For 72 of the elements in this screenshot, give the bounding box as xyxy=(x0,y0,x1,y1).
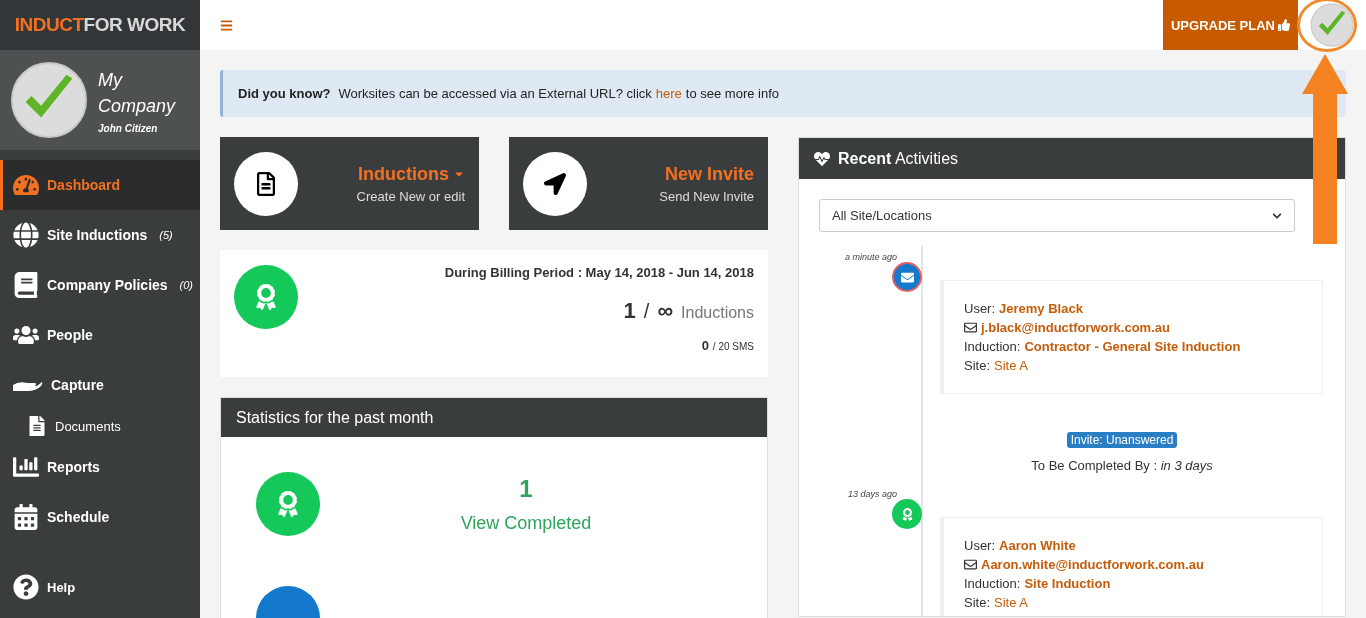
hand-icon xyxy=(13,379,43,391)
inductions-used: 1 xyxy=(623,298,636,324)
help-icon xyxy=(13,574,39,600)
calendar-icon xyxy=(13,504,39,530)
sidebar-item[interactable]: Capture xyxy=(0,360,200,410)
user-name: John Citizen xyxy=(98,122,159,134)
field-label: User: xyxy=(964,538,996,553)
due-text: To Be Completed By : in 3 days xyxy=(1031,458,1213,473)
sidebar-item[interactable]: Site Inductions (5) xyxy=(0,210,200,260)
location-select[interactable]: All Site/Locations xyxy=(819,199,1295,232)
navigation-arrow-icon xyxy=(544,172,566,195)
sidebar-item[interactable]: Schedule xyxy=(0,492,200,542)
inductions-unit: Inductions xyxy=(681,304,754,322)
billing-period: During Billing Period : May 14, 2018 - Jun 14, 2018 xyxy=(444,265,754,280)
field-value: Site Induction xyxy=(1024,576,1111,591)
field-label: Site: xyxy=(964,358,990,373)
stat-value: 1 xyxy=(519,474,533,503)
tile-title: New Invite xyxy=(664,163,754,185)
activity-time: a minute ago xyxy=(843,252,897,262)
email-link[interactable]: Aaron.white@inductforwork.com.au xyxy=(981,557,1204,572)
sidebar-item[interactable]: Documents xyxy=(0,410,200,442)
sms-used: 0 xyxy=(701,338,709,353)
activity-time: 13 days ago xyxy=(846,489,897,499)
sidebar-item[interactable]: Company Policies (0) xyxy=(0,260,200,310)
chevron-down-icon xyxy=(1272,210,1282,221)
action-tile[interactable]: New Invite Send New Invite xyxy=(509,137,768,230)
field-value: Site A xyxy=(994,358,1028,373)
sidebar-item[interactable]: Dashboard xyxy=(0,160,200,210)
highlight-ring xyxy=(1297,0,1357,52)
award-node-icon xyxy=(892,499,922,529)
check-avatar xyxy=(1310,3,1354,47)
tile-subtitle: Send New Invite xyxy=(659,188,754,204)
here-link[interactable]: here xyxy=(655,86,682,101)
logo: INDUCTFOR WORK xyxy=(14,14,186,36)
status-badge: Invite: Unanswered xyxy=(1066,432,1178,448)
separator: / xyxy=(643,300,650,323)
heartbeat-icon xyxy=(814,150,830,167)
sidebar-item[interactable]: Help xyxy=(0,562,200,612)
sidebar-item[interactable]: Reports xyxy=(0,442,200,492)
globe-icon xyxy=(13,222,39,248)
field-value: Contractor - General Site Induction xyxy=(1024,339,1241,354)
tile-title: Inductions xyxy=(358,163,465,185)
menu-button[interactable] xyxy=(220,18,233,32)
document-icon xyxy=(27,416,47,436)
thumbs-up-icon xyxy=(1278,19,1290,31)
bar-chart-icon xyxy=(13,454,39,480)
field-label: Site: xyxy=(964,595,990,610)
field-value: Jeremy Black xyxy=(999,301,1083,316)
field-value: Aaron White xyxy=(999,538,1076,553)
email-icon xyxy=(964,321,977,334)
book-icon xyxy=(13,272,39,298)
email-icon xyxy=(964,558,977,571)
panel-title: Statistics for the past month xyxy=(221,398,767,437)
field-value: Site A xyxy=(994,595,1028,610)
field-label: Induction: xyxy=(964,339,1021,354)
tile-subtitle: Create New or edit xyxy=(356,188,465,204)
award-icon xyxy=(275,491,301,517)
company-name: My Company xyxy=(98,68,177,118)
sms-limit: / 20 SMS xyxy=(712,341,754,352)
upgrade-plan-button[interactable]: UPGRADE PLAN xyxy=(1163,0,1298,50)
panel-title: Recent Activities xyxy=(838,149,959,168)
award-icon xyxy=(253,284,279,310)
envelope-node-icon xyxy=(892,262,922,292)
document-icon xyxy=(254,171,278,196)
field-label: Induction: xyxy=(964,576,1021,591)
dashboard-gauge-icon xyxy=(13,172,39,198)
info-alert: Did you know? Worksites can be accessed via an External URL? click here to see more info xyxy=(220,70,1346,117)
email-link[interactable]: j.black@inductforwork.com.au xyxy=(981,320,1170,335)
action-tile[interactable]: Inductions Create New or edit xyxy=(220,137,479,230)
inductions-limit: ∞ xyxy=(657,298,674,324)
sidebar-item[interactable]: People xyxy=(0,310,200,360)
field-label: User: xyxy=(964,301,996,316)
